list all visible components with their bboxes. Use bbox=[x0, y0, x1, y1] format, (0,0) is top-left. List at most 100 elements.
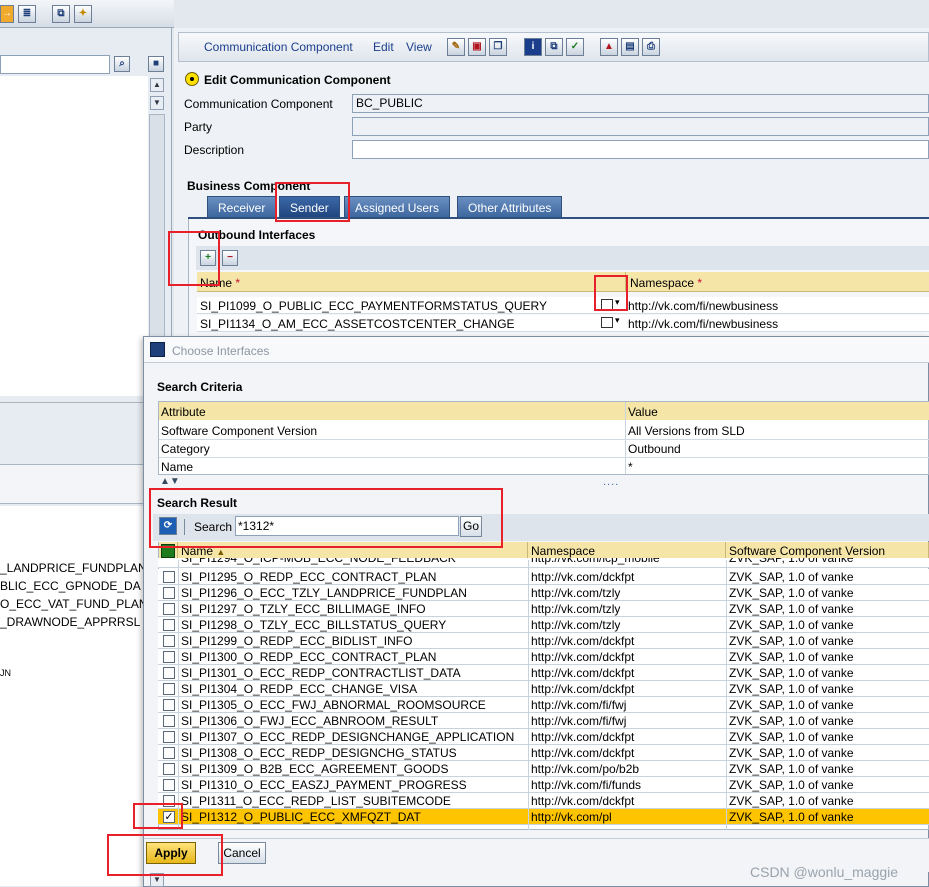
tab-sender[interactable]: Sender bbox=[279, 196, 340, 218]
result-row[interactable]: SI_PI1297_O_TZLY_ECC_BILLIMAGE_INFO http:… bbox=[158, 601, 929, 617]
criteria-col-attribute: Attribute bbox=[161, 405, 206, 419]
cancel-button[interactable]: Cancel bbox=[218, 842, 266, 864]
row-checkbox[interactable] bbox=[163, 571, 175, 583]
value-help-icon[interactable] bbox=[601, 317, 613, 328]
result-row[interactable]: SI_PI1298_O_TZLY_ECC_BILLSTATUS_QUERY htt… bbox=[158, 617, 929, 633]
tab-other-attributes[interactable]: Other Attributes bbox=[457, 196, 563, 218]
result-namespace: http://vk.com/dckfpt bbox=[531, 730, 635, 744]
menu-communication-component[interactable]: Communication Component bbox=[204, 40, 353, 54]
row-checkbox[interactable] bbox=[163, 683, 175, 695]
tab-assigned-users[interactable]: Assigned Users bbox=[344, 196, 451, 218]
tab-receiver[interactable]: Receiver bbox=[207, 196, 277, 218]
criteria-col-divider bbox=[625, 402, 626, 474]
outbound-toolbar bbox=[196, 246, 929, 270]
value-help-icon[interactable] bbox=[601, 299, 613, 310]
row-checkbox[interactable] bbox=[163, 603, 175, 615]
select-all-icon[interactable] bbox=[161, 544, 175, 558]
scroll-down-icon[interactable]: ▼ bbox=[150, 96, 164, 110]
left-search-input[interactable] bbox=[0, 55, 110, 74]
dropdown-arrow-icon[interactable]: ▾ bbox=[615, 297, 620, 308]
left-list-item[interactable]: _LANDPRICE_FUNDPLAN bbox=[0, 561, 147, 575]
result-scv: ZVK_SAP, 1.0 of vanke bbox=[729, 650, 854, 664]
left-list-item[interactable]: O_ECC_VAT_FUND_PLAN bbox=[0, 597, 148, 611]
splitter-handle[interactable]: .... bbox=[603, 476, 619, 488]
result-row[interactable]: SI_PI1295_O_REDP_ECC_CONTRACT_PLAN http:/… bbox=[158, 569, 929, 585]
row-checkbox[interactable] bbox=[163, 731, 175, 743]
row-checkbox[interactable] bbox=[163, 763, 175, 775]
hat-icon[interactable]: ▲ bbox=[600, 38, 618, 56]
row-checkbox[interactable] bbox=[163, 667, 175, 679]
left-tree-marker: JN bbox=[0, 668, 11, 678]
collapse-arrows-icon[interactable]: ▲▼ bbox=[160, 476, 180, 487]
scroll-up-icon[interactable]: ▲ bbox=[150, 78, 164, 92]
table-icon[interactable]: ▤ bbox=[621, 38, 639, 56]
result-row[interactable]: SI_PI1301_O_ECC_REDP_CONTRACTLIST_DATA ht… bbox=[158, 665, 929, 681]
print-icon[interactable]: ⎙ bbox=[642, 38, 660, 56]
outbound-title: Outbound Interfaces bbox=[198, 228, 316, 242]
criteria-value[interactable]: Outbound bbox=[628, 442, 681, 456]
result-row[interactable]: SI_PI1305_O_ECC_FWJ_ABNORMAL_ROOMSOURCE h… bbox=[158, 697, 929, 713]
criteria-header bbox=[159, 402, 929, 420]
result-row[interactable]: SI_PI1311_O_ECC_REDP_LIST_SUBITEMCODE htt… bbox=[158, 793, 929, 809]
check-icon[interactable]: ✓ bbox=[566, 38, 584, 56]
row-checkbox[interactable] bbox=[163, 715, 175, 727]
result-col-divider bbox=[178, 560, 179, 830]
result-row[interactable]: SI_PI1299_O_REDP_ECC_BIDLIST_INFO http://… bbox=[158, 633, 929, 649]
insert-row-icon[interactable]: + bbox=[200, 250, 216, 266]
result-namespace: http://vk.com/dckfpt bbox=[531, 634, 635, 648]
hierarchy-icon[interactable]: ⧉ bbox=[545, 38, 563, 56]
result-row[interactable]: SI_PI1306_O_FWJ_ECC_ABNROOM_RESULT http:/… bbox=[158, 713, 929, 729]
result-row[interactable]: SI_PI1307_O_ECC_REDP_DESIGNCHANGE_APPLIC… bbox=[158, 729, 929, 745]
criteria-value[interactable]: All Versions from SLD bbox=[628, 424, 745, 438]
result-name: SI_PI1300_O_REDP_ECC_CONTRACT_PLAN bbox=[181, 650, 437, 664]
result-row[interactable]: ✓ SI_PI1312_O_PUBLIC_ECC_XMFQZT_DAT http:/… bbox=[158, 809, 929, 825]
apply-button[interactable]: Apply bbox=[146, 842, 196, 864]
description-field[interactable] bbox=[352, 140, 929, 159]
result-scv: ZVK_SAP, 1.0 of vanke bbox=[729, 810, 854, 824]
result-col-divider bbox=[528, 560, 529, 830]
row-checkbox[interactable] bbox=[163, 747, 175, 759]
row-checkbox[interactable] bbox=[163, 779, 175, 791]
result-row[interactable]: SI_PI1304_O_REDP_ECC_CHANGE_VISA http://v… bbox=[158, 681, 929, 697]
edit-panel-title: Edit Communication Component bbox=[204, 73, 391, 87]
left-list-item[interactable]: _DRAWNODE_APPRRSL bbox=[0, 615, 140, 629]
copy-icon[interactable]: ❐ bbox=[489, 38, 507, 56]
result-row[interactable]: SI_PI1310_O_ECC_EASZJ_PAYMENT_PROGRESS ht… bbox=[158, 777, 929, 793]
forward-arrow-icon[interactable]: → bbox=[0, 5, 14, 23]
result-row[interactable]: SI_PI1294_O_ICP-MOB_ECC_NODE_FEEDBACK ht… bbox=[158, 558, 929, 568]
hierarchy-icon[interactable]: ⧉ bbox=[52, 5, 70, 23]
dropdown-arrow-icon[interactable]: ▾ bbox=[615, 315, 620, 326]
scroll-down-icon[interactable]: ▼ bbox=[150, 873, 164, 887]
row-checkbox[interactable] bbox=[163, 651, 175, 663]
menu-view[interactable]: View bbox=[406, 40, 432, 54]
row-checkbox[interactable] bbox=[163, 795, 175, 807]
result-namespace: http://vk.com/pl bbox=[531, 810, 612, 824]
result-scv: ZVK_SAP, 1.0 of vanke bbox=[729, 762, 854, 776]
list-icon[interactable]: ≣ bbox=[18, 5, 36, 23]
binoculars-icon[interactable]: ⌕ bbox=[114, 56, 130, 72]
row-checkbox[interactable] bbox=[163, 587, 175, 599]
square-icon[interactable]: ■ bbox=[148, 56, 164, 72]
criteria-value[interactable]: * bbox=[628, 460, 633, 474]
row-checkbox[interactable]: ✓ bbox=[163, 811, 175, 823]
result-row[interactable]: SI_PI1308_O_ECC_REDP_DESIGNCHG_STATUS htt… bbox=[158, 745, 929, 761]
delete-row-icon[interactable]: − bbox=[222, 250, 238, 266]
wand-icon[interactable]: ✦ bbox=[74, 5, 92, 23]
save-icon[interactable]: ▣ bbox=[468, 38, 486, 56]
row-checkbox[interactable] bbox=[163, 699, 175, 711]
result-row[interactable]: SI_PI1300_O_REDP_ECC_CONTRACT_PLAN http:/… bbox=[158, 649, 929, 665]
menu-edit[interactable]: Edit bbox=[373, 40, 394, 54]
search-input[interactable] bbox=[235, 516, 459, 536]
result-row[interactable]: SI_PI1309_O_B2B_ECC_AGREEMENT_GOODS http:… bbox=[158, 761, 929, 777]
result-name: SI_PI1310_O_ECC_EASZJ_PAYMENT_PROGRESS bbox=[181, 778, 467, 792]
party-field[interactable] bbox=[352, 117, 929, 136]
go-button[interactable]: Go bbox=[460, 516, 482, 537]
row-checkbox[interactable] bbox=[163, 635, 175, 647]
result-row[interactable]: SI_PI1296_O_ECC_TZLY_LANDPRICE_FUNDPLAN h… bbox=[158, 585, 929, 601]
edit-pencil-icon[interactable]: ✎ bbox=[447, 38, 465, 56]
comm-component-field[interactable]: BC_PUBLIC bbox=[352, 94, 929, 113]
row-checkbox[interactable] bbox=[163, 619, 175, 631]
left-list-item[interactable]: BLIC_ECC_GPNODE_DA bbox=[0, 579, 141, 593]
info-icon[interactable]: i bbox=[524, 38, 542, 56]
refresh-icon[interactable]: ⟳ bbox=[159, 517, 177, 535]
